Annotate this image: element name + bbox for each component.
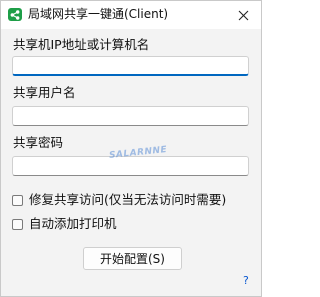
title-bar: 局域网共享一键通(Client)	[1, 1, 261, 29]
password-input[interactable]	[12, 156, 249, 176]
username-input[interactable]	[12, 106, 249, 126]
checkbox-box[interactable]	[12, 194, 23, 206]
start-config-button[interactable]: 开始配置(S)	[83, 247, 182, 270]
client-window: 局域网共享一键通(Client) 共享机IP地址或计算机名 共享用户名 共享密码…	[0, 0, 262, 297]
close-icon	[238, 6, 249, 25]
username-label: 共享用户名	[13, 85, 76, 100]
add-printer-checkbox[interactable]: 自动添加打印机	[12, 216, 117, 232]
close-button[interactable]	[227, 1, 259, 29]
help-link[interactable]: ?	[243, 274, 249, 288]
add-printer-label: 自动添加打印机	[29, 216, 117, 231]
repair-share-label: 修复共享访问(仅当无法访问时需要)	[29, 192, 227, 207]
password-label: 共享密码	[13, 135, 64, 150]
host-input[interactable]	[12, 56, 249, 76]
checkbox-box[interactable]	[12, 218, 23, 230]
window-title: 局域网共享一键通(Client)	[28, 7, 169, 21]
host-label: 共享机IP地址或计算机名	[13, 37, 150, 52]
repair-share-checkbox[interactable]: 修复共享访问(仅当无法访问时需要)	[12, 192, 226, 208]
share-icon	[8, 7, 22, 21]
